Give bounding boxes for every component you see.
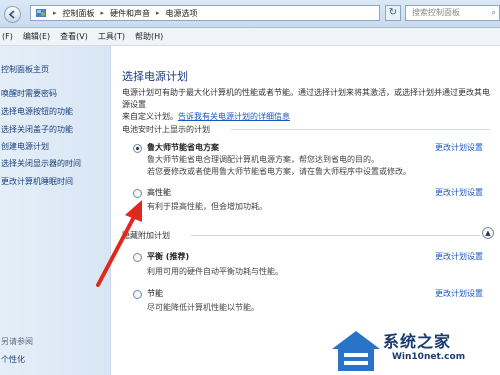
plan-name: 鲁大师节能省电方案: [147, 143, 219, 152]
description-line: 电源计划可有助于最大化计算机的性能或者节能。通过选择计划来将其激活，或选择计划并…: [122, 88, 490, 109]
sidebar-item-personalize[interactable]: 个性化: [1, 354, 25, 365]
menu-file[interactable]: (F): [2, 32, 13, 41]
plan-description: 有利于提高性能，但会增加功耗。: [147, 202, 267, 211]
chevron-right-icon: ▸: [100, 9, 105, 17]
back-button[interactable]: [4, 6, 21, 23]
breadcrumb-item[interactable]: 控制面板: [63, 8, 95, 19]
section-extra-plans: 隐藏附加计划: [122, 231, 170, 240]
change-plan-settings-link[interactable]: 更改计划设置: [435, 187, 483, 198]
refresh-icon: ↻: [388, 7, 398, 18]
plan-description: 尽可能降低计算机性能以节能。: [147, 303, 259, 312]
back-arrow-icon: [8, 10, 15, 19]
breadcrumb-item[interactable]: 硬件和声音: [110, 8, 150, 19]
plan-name: 节能: [147, 289, 163, 298]
refresh-button[interactable]: ↻: [385, 5, 401, 21]
sidebar-item-wake-password[interactable]: 唤醒时需要密码: [1, 88, 57, 99]
change-plan-settings-link[interactable]: 更改计划设置: [435, 142, 483, 153]
change-plan-settings-link[interactable]: 更改计划设置: [435, 251, 483, 262]
search-icon: ⌕: [491, 8, 496, 17]
page-description: 电源计划可有助于最大化计算机的性能或者节能。通过选择计划来将其激活，或选择计划并…: [122, 87, 492, 123]
breadcrumb[interactable]: ▸ 控制面板 ▸ 硬件和声音 ▸ 电源选项: [30, 5, 380, 21]
description-line: 来自定义计划。: [122, 112, 178, 121]
change-plan-settings-link[interactable]: 更改计划设置: [435, 288, 483, 299]
watermark-title: 系统之家: [383, 332, 452, 351]
plan-radio-balanced[interactable]: [133, 253, 142, 262]
page-title: 选择电源计划: [122, 70, 188, 83]
sidebar-item-lid[interactable]: 选择关闭盖子的功能: [1, 124, 73, 135]
plan-desc-line: 若您要修改或者使用鲁大师节能省电方案，请在鲁大师程序中设置或修改。: [147, 167, 411, 176]
divider: [231, 129, 490, 130]
sidebar: 控制面板主页 唤醒时需要密码 选择电源按钮的功能 选择关闭盖子的功能 创建电源计…: [0, 46, 111, 375]
section-battery-plans: 电池安时计上显示的计划: [122, 125, 210, 134]
see-also-heading: 另请参阅: [1, 337, 33, 346]
divider: [191, 235, 480, 236]
plan-radio-power-saver[interactable]: [133, 290, 142, 299]
chevron-up-icon: ▲: [485, 229, 491, 237]
search-input[interactable]: 搜索控制面板 ⌕: [405, 5, 500, 21]
plan-description: 鲁大师节能省电合理调配计算机电源方案，帮您达到省电的目的。 若您要修改或者使用鲁…: [147, 154, 411, 178]
menu-edit[interactable]: 编辑(E): [23, 31, 50, 42]
sidebar-item-sleep[interactable]: 更改计算机睡眠时间: [1, 176, 73, 187]
control-panel-icon: [36, 9, 46, 17]
chevron-right-icon: ▸: [53, 9, 57, 17]
address-bar: ▸ 控制面板 ▸ 硬件和声音 ▸ 电源选项 ↻ 搜索控制面板 ⌕: [0, 0, 500, 28]
menu-tools[interactable]: 工具(T): [98, 31, 125, 42]
breadcrumb-item[interactable]: 电源选项: [166, 8, 198, 19]
sidebar-item-power-button[interactable]: 选择电源按钮的功能: [1, 106, 73, 117]
collapse-button[interactable]: ▲: [482, 227, 494, 239]
chevron-right-icon: ▸: [156, 9, 160, 17]
plan-radio-high-performance[interactable]: [133, 189, 142, 198]
sidebar-item-display-off[interactable]: 选择关闭显示器的时间: [1, 158, 81, 169]
power-plan-info-link[interactable]: 告诉我有关电源计划的详细信息: [178, 112, 290, 121]
menu-bar: (F) 编辑(E) 查看(V) 工具(T) 帮助(H): [0, 28, 500, 46]
search-placeholder: 搜索控制面板: [412, 8, 460, 17]
menu-view[interactable]: 查看(V): [60, 31, 88, 42]
watermark-logo-icon: [332, 331, 380, 371]
plan-name: 平衡 (推荐): [147, 252, 190, 261]
sidebar-item-home[interactable]: 控制面板主页: [1, 64, 49, 75]
sidebar-item-create-plan[interactable]: 创建电源计划: [1, 141, 49, 152]
plan-name: 高性能: [147, 188, 171, 197]
plan-description: 利用可用的硬件自动平衡功耗与性能。: [147, 267, 283, 276]
menu-help[interactable]: 帮助(H): [135, 31, 163, 42]
plan-radio-ludashi[interactable]: [133, 144, 142, 153]
plan-desc-line: 鲁大师节能省电合理调配计算机电源方案，帮您达到省电的目的。: [147, 155, 379, 164]
watermark-url: Win10net.com: [392, 352, 466, 362]
